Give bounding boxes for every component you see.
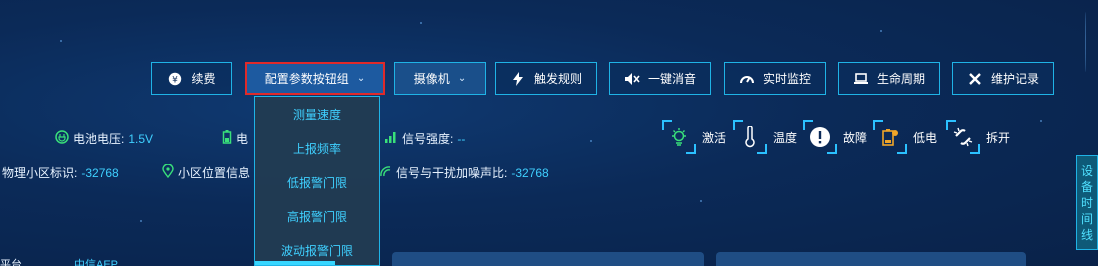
battery-plug-icon [55, 130, 69, 147]
temperature-indicator: 温度 [733, 120, 797, 154]
cell-location: 小区位置信息 [162, 163, 250, 181]
signal-bars-icon [384, 130, 398, 147]
chevron-down-icon: ⌄ [457, 73, 467, 84]
mute-icon [624, 71, 640, 87]
low-battery-indicator: 低电 [873, 120, 937, 154]
physical-cell-id: 物理小区标识: -32768 [2, 165, 119, 181]
device-timeline-tab[interactable]: 设 备 时 间 线 [1076, 155, 1098, 250]
realtime-monitor-button[interactable]: 实时监控 [724, 62, 826, 95]
location-pin-icon [162, 163, 174, 181]
tamper-indicator: 拆开 [946, 120, 1010, 154]
dropdown-item-measure-speed[interactable]: 测量速度 [255, 97, 379, 131]
lightbulb-icon [662, 120, 696, 154]
bottom-panel-left [392, 252, 704, 266]
mute-all-button[interactable]: 一键消音 [609, 62, 711, 95]
yuan-icon: ¥ [167, 71, 183, 87]
low-battery-icon [873, 120, 907, 154]
dropdown-item-report-frequency[interactable]: 上报频率 [255, 131, 379, 165]
toolbar: ¥ 续费 配置参数按钮组 ⌄ 摄像机 ⌄ 触发规则 一键消音 实时监控 生命周期 [151, 62, 1091, 95]
platform-row: 平台 中信AEP [0, 259, 119, 266]
config-params-dropdown: 测量速度 上报频率 低报警门限 高报警门限 波动报警门限 [254, 96, 380, 266]
battery-voltage: 电池电压: 1.5V [55, 130, 153, 147]
camera-button[interactable]: 摄像机 ⌄ [394, 62, 486, 95]
trigger-rules-button[interactable]: 触发规则 [495, 62, 597, 95]
sinr: 信号与干扰加噪声比: -32768 [378, 164, 549, 181]
thermometer-icon [733, 120, 767, 154]
chevron-down-icon: ⌄ [356, 73, 366, 84]
battery-level: 电 [222, 130, 248, 147]
dropdown-item-high-alarm-threshold[interactable]: 高报警门限 [255, 199, 379, 233]
config-params-button[interactable]: 配置参数按钮组 ⌄ [245, 62, 385, 95]
signal-strength: 信号强度: -- [384, 130, 465, 147]
renew-button[interactable]: ¥ 续费 [151, 62, 232, 95]
tools-icon [967, 71, 983, 87]
wave-icon [378, 164, 392, 181]
alert-icon [803, 120, 837, 154]
svg-text:¥: ¥ [173, 75, 179, 85]
dropdown-scroll-indicator [255, 261, 335, 265]
activate-indicator: 激活 [662, 120, 726, 154]
fault-indicator: 故障 [803, 120, 867, 154]
lightning-icon [510, 71, 526, 87]
battery-icon [222, 130, 232, 147]
laptop-icon [853, 71, 869, 87]
maintenance-record-button[interactable]: 维护记录 [952, 62, 1054, 95]
bottom-panel-right [716, 252, 1026, 266]
gauge-icon [739, 71, 755, 87]
dropdown-item-low-alarm-threshold[interactable]: 低报警门限 [255, 165, 379, 199]
lifecycle-button[interactable]: 生命周期 [838, 62, 940, 95]
broken-link-icon [946, 120, 980, 154]
